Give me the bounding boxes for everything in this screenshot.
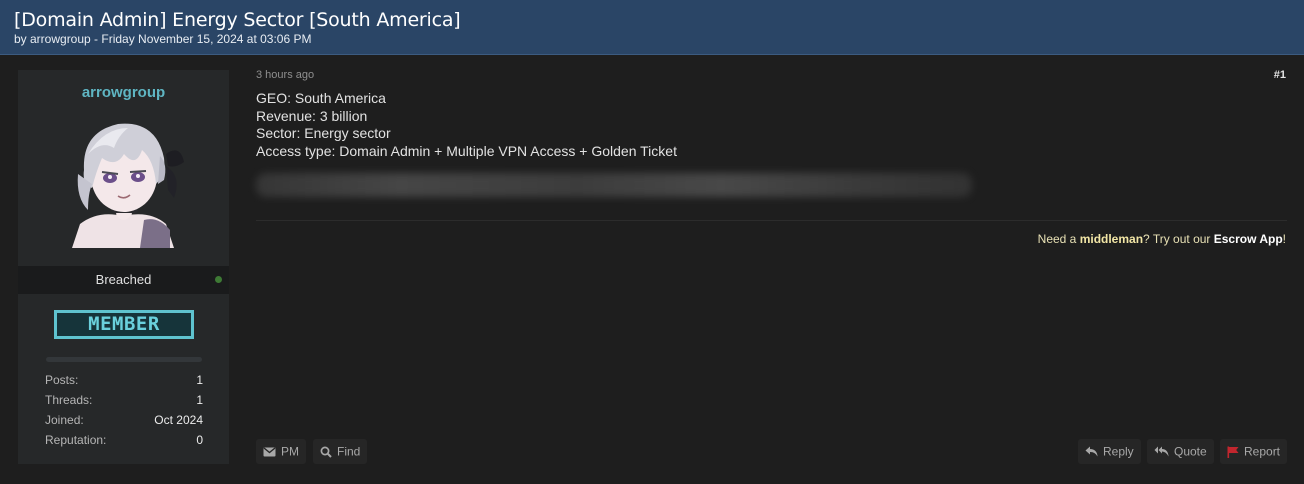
stat-posts: Posts: 1	[45, 373, 203, 391]
report-button[interactable]: Report	[1220, 439, 1288, 464]
stat-label: Reputation:	[45, 433, 107, 447]
stat-reputation: Reputation: 0	[45, 433, 203, 451]
post-time: 3 hours ago	[256, 69, 315, 81]
stat-value[interactable]: 1	[196, 373, 203, 387]
flag-icon	[1227, 446, 1239, 458]
post-body: GEO: South America Revenue: 3 billion Se…	[256, 90, 677, 160]
pm-label: PM	[281, 444, 299, 459]
escrow-app-link[interactable]: Escrow App	[1214, 232, 1283, 246]
search-icon	[320, 446, 332, 458]
quote-icon	[1154, 446, 1169, 457]
author-username[interactable]: arrowgroup	[18, 84, 229, 101]
stat-threads: Threads: 1	[45, 393, 203, 411]
post-line: GEO: South America	[256, 90, 386, 106]
reply-icon	[1085, 446, 1098, 457]
signature-text: !	[1282, 232, 1286, 246]
post: arrowgroup Breached MEMBER Posts: 1 Thre…	[0, 55, 1304, 484]
stats-divider	[46, 357, 202, 362]
stat-joined: Joined: Oct 2024	[45, 413, 203, 431]
signature: Need a middleman? Try out our Escrow App…	[1038, 232, 1286, 246]
usergroup-label: Breached	[95, 272, 152, 287]
post-line: Revenue: 3 billion	[256, 107, 368, 124]
rank-badge: MEMBER	[54, 310, 194, 339]
post-line: Sector: Energy sector	[256, 125, 391, 142]
pm-button[interactable]: PM	[256, 439, 306, 464]
quote-button[interactable]: Quote	[1147, 439, 1214, 464]
thread-byline: by arrowgroup - Friday November 15, 2024…	[14, 32, 312, 46]
thread-header: [Domain Admin] Energy Sector [South Amer…	[0, 0, 1304, 55]
stat-value[interactable]: 1	[196, 393, 203, 407]
quote-label: Quote	[1174, 444, 1207, 459]
signature-text: ? Try out our	[1143, 232, 1214, 246]
stat-label: Joined:	[45, 413, 84, 427]
post-line: Access type: Domain Admin + Multiple VPN…	[256, 142, 677, 159]
find-label: Find	[337, 444, 361, 459]
blurred-hidden-content	[256, 173, 972, 197]
stat-value[interactable]: 0	[196, 433, 203, 447]
stat-label: Posts:	[45, 373, 79, 387]
reply-label: Reply	[1103, 444, 1134, 459]
stat-label: Threads:	[45, 393, 93, 407]
thread-title: [Domain Admin] Energy Sector [South Amer…	[14, 9, 461, 31]
report-label: Report	[1244, 444, 1281, 459]
signature-text: Need a	[1037, 232, 1080, 246]
online-status-icon	[215, 276, 222, 283]
post-number-link[interactable]: #1	[1274, 69, 1286, 81]
find-button[interactable]: Find	[313, 439, 368, 464]
signature-divider	[256, 220, 1287, 221]
usergroup-bar: Breached	[18, 266, 229, 294]
stat-value: Oct 2024	[154, 413, 203, 427]
reply-button[interactable]: Reply	[1078, 439, 1141, 464]
middleman-link[interactable]: middleman	[1080, 232, 1143, 246]
author-profile-card: arrowgroup Breached MEMBER Posts: 1 Thre…	[18, 70, 229, 464]
envelope-icon	[263, 447, 276, 457]
avatar[interactable]	[58, 114, 188, 248]
